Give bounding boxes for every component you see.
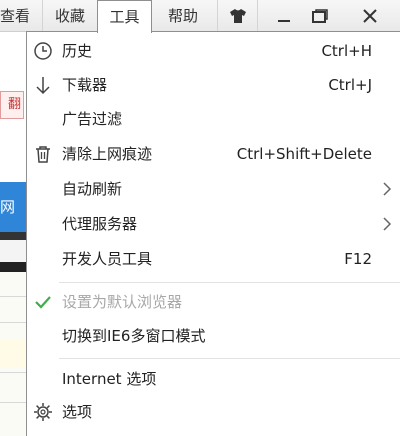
menu-help[interactable]: 帮助 [155,0,211,32]
menu-item-label: 广告过滤 [62,110,123,128]
menu-separator [217,0,218,32]
trash-icon [31,142,55,166]
menu-item-options[interactable]: 选项 [27,395,400,429]
skin-button[interactable] [220,0,256,32]
menu-item-shortcut: F12 [344,250,372,268]
menu-item-shortcut: Ctrl+Shift+Delete [236,145,372,163]
menu-item-developer-tools[interactable]: 开发人员工具 F12 [27,242,400,276]
menu-view[interactable]: 查看 [0,0,40,32]
menu-tools[interactable]: 工具 [97,0,152,33]
page-divider [0,322,26,323]
page-dark-band [0,262,26,272]
menu-item-label: 下载器 [62,76,108,94]
tools-dropdown-menu: 历史 Ctrl+H 下载器 Ctrl+J 广告过滤 清除上网痕迹 Ctrl+Sh… [26,31,400,436]
menu-item-internet-options[interactable]: Internet 选项 [27,362,400,396]
close-icon [363,9,377,23]
chevron-right-icon [383,182,392,196]
menu-item-label: 清除上网痕迹 [62,145,153,163]
chevron-right-icon [383,217,392,231]
menu-item-label: 自动刷新 [62,180,123,198]
check-icon [31,290,55,314]
menu-item-auto-refresh[interactable]: 自动刷新 [27,172,400,206]
menu-item-set-default-browser: 设置为默认浏览器 [27,285,400,319]
menu-item-shortcut: Ctrl+H [321,42,372,60]
minimize-button[interactable] [266,0,302,32]
menu-item-shortcut: Ctrl+J [328,76,372,94]
window-separator [257,0,258,32]
menu-item-switch-ie6-mode[interactable]: 切换到IE6多窗口模式 [27,319,400,353]
page-divider [0,372,26,373]
clock-icon [31,39,55,63]
page-blue-banner: 网站 [0,182,26,232]
menu-item-history[interactable]: 历史 Ctrl+H [27,34,400,68]
menu-item-label: 代理服务器 [62,215,138,233]
page-dark-band [0,232,26,240]
menu-item-proxy-server[interactable]: 代理服务器 [27,207,400,241]
menu-item-label: 切换到IE6多窗口模式 [62,327,206,345]
restore-button[interactable] [302,0,338,32]
menu-item-label: Internet 选项 [62,370,157,388]
minimize-icon [278,20,290,22]
close-button[interactable] [352,0,388,32]
menu-item-ad-filter[interactable]: 广告过滤 [27,102,400,136]
page-tag: 翻 [0,91,24,119]
menu-divider [59,358,400,359]
menu-item-label: 开发人员工具 [62,250,153,268]
menu-item-downloader[interactable]: 下载器 Ctrl+J [27,68,400,102]
download-arrow-icon [31,73,55,97]
menu-bar: 查看 收藏 工具 帮助 [0,0,400,33]
page-divider [0,296,26,297]
menu-divider [59,282,400,283]
page-divider [0,402,26,403]
gear-icon [31,400,55,424]
menu-item-label: 选项 [62,403,93,421]
menu-item-clear-traces[interactable]: 清除上网痕迹 Ctrl+Shift+Delete [27,137,400,171]
menu-favorites[interactable]: 收藏 [44,0,96,32]
menu-separator [42,0,43,32]
page-highlight [0,340,26,368]
menu-item-label: 设置为默认浏览器 [62,293,183,311]
restore-icon [312,9,328,23]
menu-item-label: 历史 [62,42,93,60]
tshirt-icon [230,9,246,23]
